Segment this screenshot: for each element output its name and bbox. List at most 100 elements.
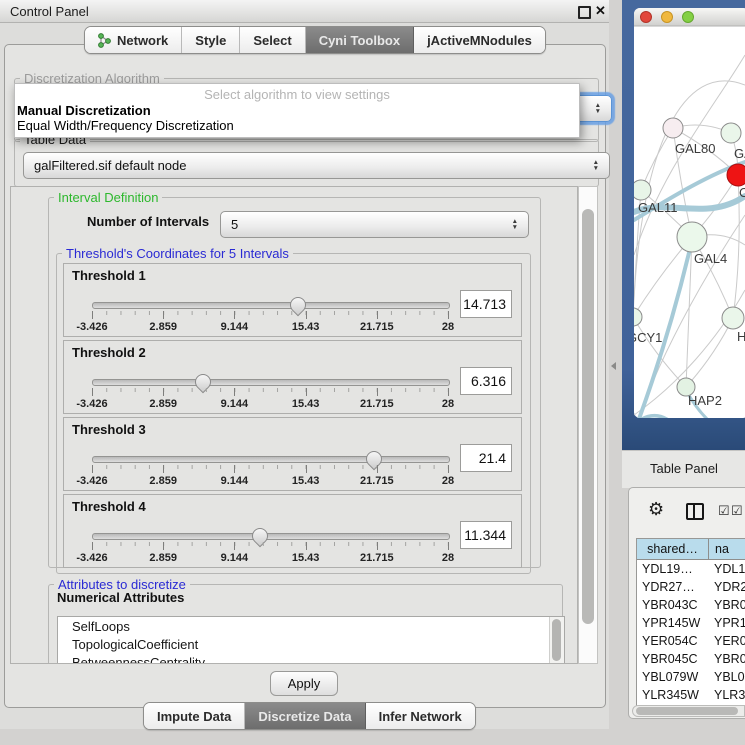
control-panel-window: Control Panel ✕ Network Style — [0, 0, 609, 729]
threshold-1-label: Threshold 1 — [72, 268, 146, 283]
float-window-icon[interactable] — [578, 6, 591, 19]
tab-impute-data[interactable]: Impute Data — [144, 703, 245, 729]
dropdown-hint: Select algorithm to view settings — [15, 87, 579, 102]
control-panel-titlebar: Control Panel ✕ — [0, 0, 609, 23]
cyni-mode-tabs: Impute Data Discretize Data Infer Networ… — [143, 702, 476, 730]
list-item-betweennesscentrality[interactable]: BetweennessCentrality — [58, 653, 564, 664]
control-panel-tabs: Network Style Select Cyni Toolbox jActiv… — [84, 26, 546, 54]
dropdown-option-equal-width[interactable]: Equal Width/Frequency Discretization — [17, 118, 234, 133]
threshold-4-panel: Threshold 4 -3.426 2.859 9.144 15.43 21.… — [63, 494, 522, 568]
table-row[interactable]: YBL079WYBL0 — [637, 668, 745, 686]
list-item-topologicalcoefficient[interactable]: TopologicalCoefficient — [58, 635, 564, 653]
tab-label: Impute Data — [157, 709, 231, 724]
slider-scale: -3.426 2.859 9.144 15.43 21.715 28 — [92, 465, 448, 491]
threshold-1-value-field[interactable]: 14.713 — [460, 290, 512, 318]
table-row[interactable]: YLR345WYLR3 — [637, 686, 745, 704]
node-label-partial: C — [739, 185, 745, 200]
dropdown-option-manual[interactable]: Manual Discretization — [17, 103, 151, 118]
threshold-3-label: Threshold 3 — [72, 422, 146, 437]
group-title: Interval Definition — [54, 190, 162, 205]
apply-button[interactable]: Apply — [270, 671, 338, 696]
number-of-intervals-combobox[interactable]: 5 ▲▼ — [220, 211, 529, 238]
node-gal11[interactable] — [631, 180, 651, 200]
threshold-1-slider[interactable] — [92, 302, 450, 309]
close-icon[interactable]: ✕ — [595, 3, 606, 19]
table-row[interactable]: YDR27…YDR2 — [637, 578, 745, 596]
tab-label: Discretize Data — [258, 709, 351, 724]
table-row[interactable]: YER054CYER0 — [637, 632, 745, 650]
table-panel-titlebar: Table Panel — [622, 450, 745, 488]
threshold-3-value-field[interactable]: 21.4 — [460, 444, 512, 472]
numerical-attributes-label: Numerical Attributes — [57, 590, 184, 605]
settings-scrollbar[interactable] — [578, 186, 598, 664]
table-row[interactable]: YPR145WYPR1 — [637, 614, 745, 632]
node-label-hap2: HAP2 — [688, 393, 722, 408]
threshold-2-label: Threshold 2 — [72, 345, 146, 360]
node-right-mid[interactable] — [722, 307, 744, 329]
tab-select[interactable]: Select — [240, 27, 305, 53]
node-partial-right-top[interactable] — [721, 123, 741, 143]
threshold-2-panel: Threshold 2 -3.426 2.859 9.144 15.43 21.… — [63, 340, 522, 414]
node-label-partial: GA — [734, 146, 745, 161]
number-of-intervals-label: Number of Intervals — [87, 214, 209, 229]
algorithm-dropdown-popup: Select algorithm to view settings Manual… — [14, 83, 580, 138]
combobox-value: 5 — [231, 217, 238, 232]
table-row[interactable]: YBR045CYBR0 — [637, 650, 745, 668]
column-header-shared-name[interactable]: shared… — [637, 539, 709, 560]
node-red-selected[interactable] — [727, 164, 745, 186]
network-tab-icon — [98, 33, 111, 48]
screen: Control Panel ✕ Network Style — [0, 0, 745, 745]
traffic-light-close-icon[interactable] — [641, 12, 652, 23]
table-horizontal-scrollbar[interactable] — [632, 705, 745, 717]
traffic-light-zoom-icon[interactable] — [683, 12, 694, 23]
threshold-4-value-field[interactable]: 11.344 — [460, 521, 512, 549]
threshold-2-value-field[interactable]: 6.316 — [460, 367, 512, 395]
tab-network[interactable]: Network — [85, 27, 182, 53]
node-gal80[interactable] — [663, 118, 683, 138]
scrollbar-thumb[interactable] — [552, 619, 561, 661]
node-label-partial: H — [737, 329, 745, 344]
traffic-light-minimize-icon[interactable] — [662, 12, 673, 23]
column-header-name[interactable]: na — [709, 539, 745, 560]
slider-scale: -3.426 2.859 9.144 15.43 21.715 28 — [92, 542, 448, 568]
threshold-2-slider[interactable] — [92, 379, 450, 386]
slider-scale: -3.426 2.859 9.144 15.43 21.715 28 — [92, 311, 448, 337]
node-gal4[interactable] — [677, 222, 707, 252]
threshold-4-label: Threshold 4 — [72, 499, 146, 514]
tab-style[interactable]: Style — [182, 27, 240, 53]
numerical-attributes-list: SelfLoops TopologicalCoefficient Between… — [57, 616, 565, 664]
list-item-selfloops[interactable]: SelfLoops — [58, 617, 564, 635]
table-header-row: shared… na — [637, 539, 745, 560]
table-data-combobox[interactable]: galFiltered.sif default node ▲▼ — [23, 152, 610, 179]
tab-discretize-data[interactable]: Discretize Data — [245, 703, 365, 729]
combobox-value: galFiltered.sif default node — [34, 158, 186, 173]
node-label-gal4: GAL4 — [694, 251, 727, 266]
scrollbar-thumb[interactable] — [636, 707, 738, 715]
threshold-1-panel: Threshold 1 -3.426 2.859 9.144 15.43 21.… — [63, 263, 522, 337]
node-label-gal80: GAL80 — [675, 141, 715, 156]
tab-infer-network[interactable]: Infer Network — [366, 703, 475, 729]
threshold-3-slider[interactable] — [92, 456, 450, 463]
table-row[interactable]: YDL19…YDL1 — [637, 560, 745, 578]
attributes-list-scrollbar[interactable] — [549, 617, 564, 664]
checkbox-icon[interactable]: ☑ — [718, 503, 730, 519]
group-title: Threshold's Coordinates for 5 Intervals — [62, 246, 293, 261]
scrollbar-thumb[interactable] — [582, 209, 594, 624]
gear-icon[interactable]: ⚙ — [648, 499, 664, 520]
threshold-3-panel: Threshold 3 -3.426 2.859 9.144 15.43 21.… — [63, 417, 522, 491]
columns-icon[interactable] — [686, 503, 704, 520]
panel-divider-grip[interactable] — [611, 362, 616, 370]
checkbox-icon[interactable]: ☑ — [731, 503, 743, 519]
tab-cyni-toolbox[interactable]: Cyni Toolbox — [306, 27, 414, 53]
table-row[interactable]: YBR043CYBR0 — [637, 596, 745, 614]
threshold-4-slider[interactable] — [92, 533, 450, 540]
tab-label: jActiveMNodules — [427, 33, 532, 48]
panel-title: Control Panel — [10, 4, 89, 19]
tab-label: Style — [195, 33, 226, 48]
tab-label: Infer Network — [379, 709, 462, 724]
node-label-gal11: GAL11 — [638, 200, 678, 215]
stepper-icon: ▲▼ — [595, 103, 601, 114]
tab-jactivemnodules[interactable]: jActiveMNodules — [414, 27, 545, 53]
stepper-icon: ▲▼ — [512, 219, 518, 230]
slider-scale: -3.426 2.859 9.144 15.43 21.715 28 — [92, 388, 448, 414]
